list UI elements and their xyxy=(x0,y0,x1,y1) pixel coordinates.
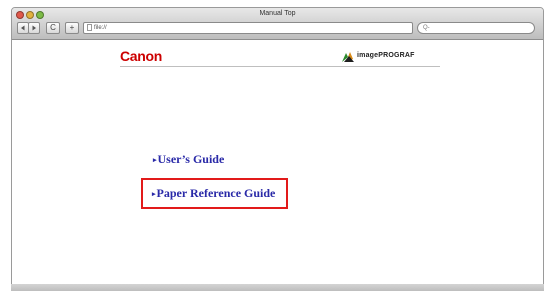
header-divider xyxy=(120,66,440,67)
back-arrow-icon xyxy=(21,25,25,31)
users-guide-link[interactable]: ▸User’s Guide xyxy=(153,152,224,167)
forward-arrow-icon xyxy=(32,25,36,31)
address-bar[interactable]: file:// xyxy=(83,22,413,34)
forward-button[interactable] xyxy=(28,22,40,34)
imageprograf-logo-text: imagePROGRAF xyxy=(357,52,415,59)
browser-window: Manual Top C + file:// Q- Canon imagePRO… xyxy=(11,7,544,288)
add-bookmark-button[interactable]: + xyxy=(65,22,79,34)
paper-reference-guide-label: Paper Reference Guide xyxy=(156,186,276,200)
link-marker-icon: ▸ xyxy=(152,190,156,199)
window-title: Manual Top xyxy=(259,10,296,17)
reload-button[interactable]: C xyxy=(46,22,60,34)
page-content: Canon imagePROGRAF ▸User’s Guide ▸Paper … xyxy=(12,40,543,287)
document-icon xyxy=(87,23,92,31)
imageprograf-mark-icon xyxy=(342,52,354,62)
link-marker-icon: ▸ xyxy=(153,156,157,165)
search-field[interactable]: Q- xyxy=(417,22,535,34)
canon-logo: Canon xyxy=(120,48,163,64)
status-bar xyxy=(11,284,544,291)
address-url: file:// xyxy=(94,25,107,31)
users-guide-label: User’s Guide xyxy=(157,152,225,166)
paper-reference-guide-link[interactable]: ▸Paper Reference Guide xyxy=(152,186,275,201)
title-bar: Manual Top C + file:// Q- xyxy=(12,8,543,40)
